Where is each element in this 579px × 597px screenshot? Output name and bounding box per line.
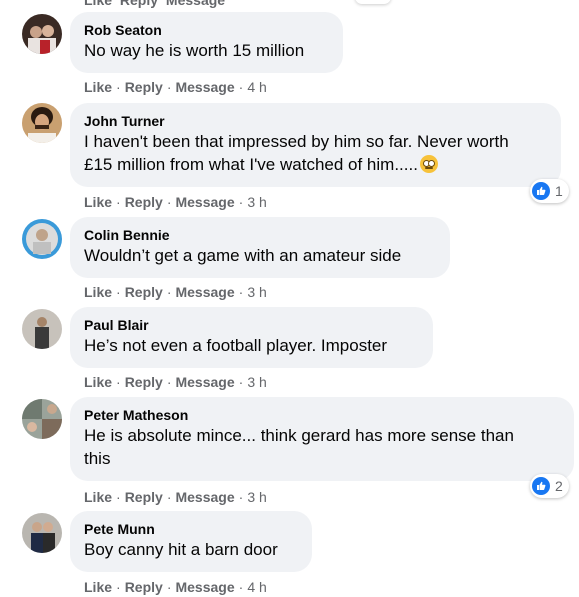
- comment-bubble: Peter Matheson He is absolute mince... t…: [70, 397, 574, 481]
- comment-author[interactable]: Rob Seaton: [84, 21, 329, 39]
- comment-timestamp[interactable]: 3 h: [247, 489, 266, 505]
- message-link[interactable]: Message: [175, 79, 234, 95]
- like-link[interactable]: Like: [84, 194, 112, 210]
- comment-text: He’s not even a football player. Imposte…: [84, 336, 388, 355]
- message-link[interactable]: Message: [175, 489, 234, 505]
- message-link[interactable]: Message: [175, 194, 234, 210]
- avatar[interactable]: [22, 513, 62, 553]
- like-icon: [532, 477, 550, 495]
- reply-link[interactable]: Reply: [125, 374, 163, 390]
- comment-actions: Like · Reply · Message · 4 h: [84, 579, 267, 595]
- comment-timestamp[interactable]: 4 h: [247, 579, 266, 595]
- comment-text: He is absolute mince... think gerard has…: [84, 426, 514, 468]
- comment-actions: Like · Reply · Message · 3 h: [84, 284, 267, 300]
- comment-bubble: Pete Munn Boy canny hit a barn door: [70, 511, 312, 572]
- like-link[interactable]: Like: [84, 579, 112, 595]
- comment-timestamp[interactable]: 3 h: [247, 284, 266, 300]
- like-icon: [532, 182, 550, 200]
- avatar[interactable]: [22, 309, 62, 349]
- like-link[interactable]: Like: [84, 284, 112, 300]
- comment-text: Wouldn’t get a game with an amateur side: [84, 246, 402, 265]
- comment-author[interactable]: Colin Bennie: [84, 226, 436, 244]
- reply-link[interactable]: Reply: [125, 579, 163, 595]
- like-link[interactable]: Like: [84, 79, 112, 95]
- comment-actions: Like · Reply · Message · 3 h: [84, 489, 267, 505]
- comment-author[interactable]: Paul Blair: [84, 316, 419, 334]
- reaction-count[interactable]: 1: [530, 179, 569, 203]
- comment-text: I haven't been that impressed by him so …: [84, 132, 509, 174]
- previous-comment-actions: Like Reply Message: [84, 0, 229, 8]
- reply-link[interactable]: Reply: [125, 284, 163, 300]
- comment-bubble: Colin Bennie Wouldn’t get a game with an…: [70, 217, 450, 278]
- avatar[interactable]: [22, 103, 62, 143]
- like-link[interactable]: Like: [84, 0, 112, 8]
- message-link[interactable]: Message: [175, 374, 234, 390]
- comment-bubble: Paul Blair He’s not even a football play…: [70, 307, 433, 368]
- comment-timestamp[interactable]: 4 h: [247, 79, 266, 95]
- comment-actions: Like · Reply · Message · 3 h: [84, 374, 267, 390]
- reaction-pill: [355, 0, 391, 4]
- comment-author[interactable]: Pete Munn: [84, 520, 298, 538]
- comment-text: No way he is worth 15 million: [84, 41, 305, 60]
- comment-bubble: John Turner I haven't been that impresse…: [70, 103, 561, 187]
- comment-bubble: Rob Seaton No way he is worth 15 million: [70, 12, 343, 73]
- comment-text: Boy canny hit a barn door: [84, 540, 278, 559]
- reaction-count[interactable]: 2: [530, 474, 569, 498]
- avatar[interactable]: [22, 399, 62, 439]
- reply-link[interactable]: Reply: [125, 489, 163, 505]
- reply-link[interactable]: Reply: [125, 79, 163, 95]
- message-link[interactable]: Message: [175, 284, 234, 300]
- rolling-eyes-emoji: [419, 155, 438, 173]
- comment-actions: Like · Reply · Message · 3 h: [84, 194, 267, 210]
- reply-link[interactable]: Reply: [120, 0, 158, 8]
- comment-timestamp[interactable]: 3 h: [247, 194, 266, 210]
- comment-author[interactable]: John Turner: [84, 112, 547, 130]
- comment-timestamp[interactable]: 3 h: [247, 374, 266, 390]
- avatar[interactable]: [22, 219, 62, 259]
- comment-actions: Like · Reply · Message · 4 h: [84, 79, 267, 95]
- like-link[interactable]: Like: [84, 489, 112, 505]
- like-link[interactable]: Like: [84, 374, 112, 390]
- message-link[interactable]: Message: [166, 0, 225, 8]
- message-link[interactable]: Message: [175, 579, 234, 595]
- comment-author[interactable]: Peter Matheson: [84, 406, 560, 424]
- reply-link[interactable]: Reply: [125, 194, 163, 210]
- avatar[interactable]: [22, 14, 62, 54]
